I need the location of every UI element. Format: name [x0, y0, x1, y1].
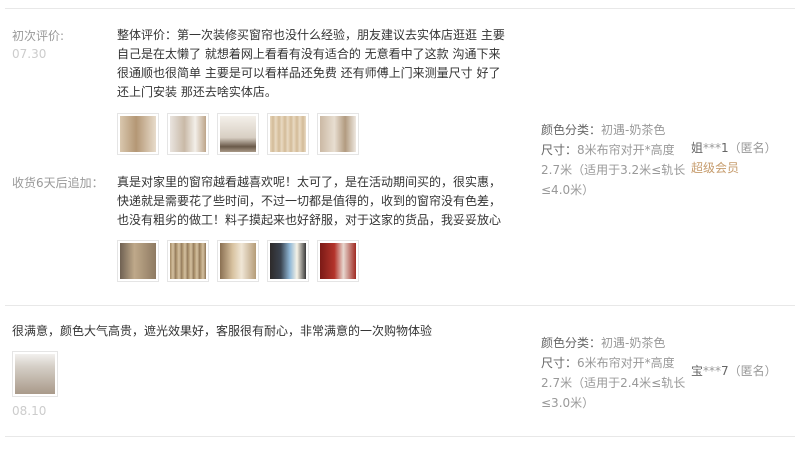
divider-top: [5, 8, 795, 9]
initial-review-text: 整体评价：第一次装修买窗帘也没什么经验，朋友建议去实体店逛逛 主要自己是在太懒了…: [117, 28, 505, 99]
sku-size: 尺寸：6米布帘对开*高度2.7米（适用于2.4米≤轨长≤3.0米）: [541, 356, 686, 410]
member-level-badge[interactable]: 超级会员: [691, 158, 777, 178]
initial-review-label: 初次评价:: [12, 29, 65, 43]
reviewer-name: 宝***7（匿名）: [691, 364, 777, 378]
review-list: 初次评价: 07.30 整体评价：第一次装修买窗帘也没什么经验，朋友建议去实体店…: [0, 0, 804, 453]
review-photo-thumbnail[interactable]: [217, 113, 259, 155]
review-photo-thumbnail[interactable]: [117, 113, 159, 155]
review-photo-thumbnail[interactable]: [267, 240, 309, 282]
review-photo-thumbnail[interactable]: [117, 240, 159, 282]
sku-info: 颜色分类：初遇-奶茶色 尺寸：6米布帘对开*高度2.7米（适用于2.4米≤轨长≤…: [541, 333, 691, 413]
followup-review-text: 真是对家里的窗帘越看越喜欢呢！太可了，是在活动期间买的，很实惠，快递就是需要花了…: [117, 175, 502, 227]
sku-info: 颜色分类：初遇-奶茶色 尺寸：8米布帘对开*高度2.7米（适用于3.2米≤轨长≤…: [541, 120, 691, 200]
divider-bottom: [5, 436, 795, 437]
followup-review-label: 收货6天后追加：: [12, 176, 104, 190]
sku-color: 颜色分类：初遇-奶茶色: [541, 336, 666, 350]
initial-review-images: [117, 113, 359, 155]
review-date: 08.10: [12, 404, 47, 418]
reviewer-name: 姐***1（匿名）: [691, 141, 777, 155]
reviewer-info: 姐***1（匿名） 超级会员: [691, 138, 777, 178]
followup-review-images: [117, 240, 359, 282]
review-images: [12, 351, 58, 397]
review-photo-thumbnail[interactable]: [317, 113, 359, 155]
review-text: 很满意，颜色大气高贵，遮光效果好，客服很有耐心，非常满意的一次购物体验: [12, 324, 433, 338]
initial-review-date: 07.30: [12, 47, 47, 61]
review-photo-thumbnail[interactable]: [12, 351, 58, 397]
reviewer-info: 宝***7（匿名）: [691, 361, 777, 381]
review-photo-thumbnail[interactable]: [167, 113, 209, 155]
review-photo-thumbnail[interactable]: [317, 240, 359, 282]
sku-color: 颜色分类：初遇-奶茶色: [541, 123, 666, 137]
divider: [5, 305, 795, 306]
review-photo-thumbnail[interactable]: [267, 113, 309, 155]
sku-size: 尺寸：8米布帘对开*高度2.7米（适用于3.2米≤轨长≤4.0米）: [541, 143, 686, 197]
review-photo-thumbnail[interactable]: [167, 240, 209, 282]
review-photo-thumbnail[interactable]: [217, 240, 259, 282]
